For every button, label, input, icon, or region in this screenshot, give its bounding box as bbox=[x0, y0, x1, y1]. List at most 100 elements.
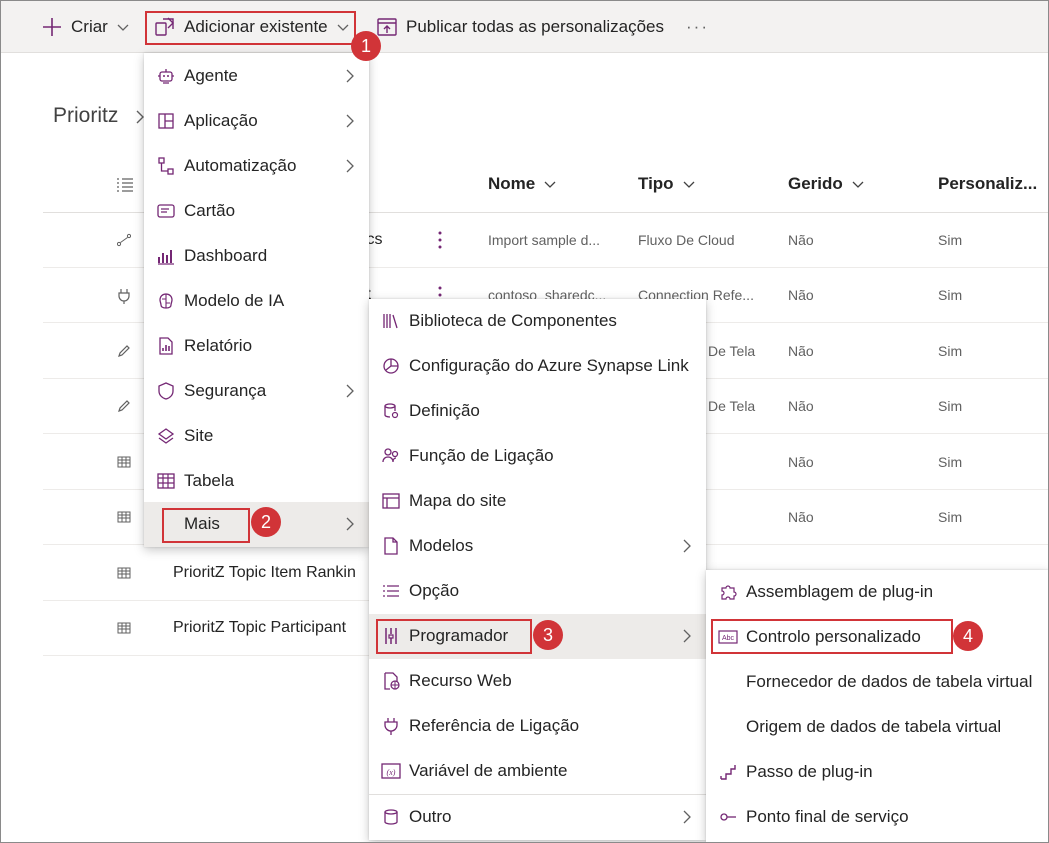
row-name[interactable]: PrioritZ Topic Item Rankin bbox=[173, 564, 356, 582]
row-managed: Não bbox=[788, 343, 814, 359]
create-label: Criar bbox=[71, 16, 108, 36]
row-name[interactable]: PrioritZ Topic Participant bbox=[173, 619, 346, 637]
database-icon bbox=[381, 807, 401, 827]
option-icon bbox=[381, 581, 401, 601]
menu-item-ai-model[interactable]: Modelo de IA bbox=[144, 279, 369, 324]
menu-item-templates[interactable]: Modelos bbox=[369, 524, 706, 569]
row-type: De Tela bbox=[708, 343, 756, 359]
template-icon bbox=[381, 536, 401, 556]
menu-item-table[interactable]: Tabela bbox=[144, 459, 369, 504]
menu-item-environment-variable[interactable]: (x) Variável de ambiente bbox=[369, 749, 706, 794]
report-icon bbox=[156, 336, 176, 356]
column-header-managed[interactable]: Gerido bbox=[788, 174, 865, 194]
menu-item-virtual-table-source[interactable]: Origem de dados de tabela virtual bbox=[706, 705, 1049, 750]
plus-icon bbox=[41, 16, 63, 38]
row-customizable: Sim bbox=[938, 454, 963, 470]
endpoint-icon bbox=[718, 807, 738, 827]
chevron-right-icon bbox=[345, 516, 355, 537]
site-icon bbox=[156, 426, 176, 446]
more-commands-button[interactable]: ··· bbox=[686, 0, 709, 53]
chevron-down-icon bbox=[116, 20, 130, 34]
menu-item-report[interactable]: Relatório bbox=[144, 324, 369, 369]
menu-item-card[interactable]: Cartão bbox=[144, 189, 369, 234]
web-resource-icon bbox=[381, 671, 401, 691]
menu-item-definition[interactable]: Definição bbox=[369, 389, 706, 434]
row-managed: Não bbox=[788, 509, 814, 525]
callout-badge-2: 2 bbox=[251, 507, 281, 537]
more-icon: ··· bbox=[686, 16, 709, 36]
menu-item-component-library[interactable]: Biblioteca de Componentes bbox=[369, 299, 706, 344]
table-icon bbox=[117, 510, 131, 528]
plug-icon bbox=[117, 288, 131, 309]
bot-icon bbox=[156, 66, 176, 86]
variable-icon: (x) bbox=[381, 761, 401, 781]
chevron-right-icon bbox=[345, 68, 355, 89]
callout-badge-1: 1 bbox=[351, 31, 381, 61]
menu-item-automation[interactable]: Automatização bbox=[144, 144, 369, 189]
menu-item-connection-reference[interactable]: Referência de Ligação bbox=[369, 704, 706, 749]
callout-badge-4: 4 bbox=[953, 621, 983, 651]
menu-item-plugin-step[interactable]: Passo de plug-in bbox=[706, 750, 1049, 795]
menu-item-other[interactable]: Outro bbox=[369, 795, 706, 840]
publish-all-button[interactable]: Publicar todas as personalizações bbox=[376, 0, 664, 53]
add-existing-menu: Agente Aplicação Automatização Cartão Da… bbox=[144, 53, 369, 547]
chevron-right-icon bbox=[682, 628, 692, 649]
chevron-right-icon bbox=[682, 538, 692, 559]
puzzle-icon bbox=[718, 582, 738, 602]
table-icon bbox=[117, 455, 131, 473]
row-type: Fluxo De Cloud bbox=[638, 232, 735, 248]
menu-item-service-endpoint[interactable]: Ponto final de serviço bbox=[706, 795, 1049, 840]
row-type: De Tela bbox=[708, 398, 756, 414]
row-customizable: Sim bbox=[938, 509, 963, 525]
menu-item-site[interactable]: Site bbox=[144, 414, 369, 459]
chevron-down-icon bbox=[682, 177, 696, 191]
chevron-right-icon bbox=[345, 158, 355, 179]
pen-icon bbox=[117, 399, 131, 418]
list-view-icon[interactable] bbox=[116, 176, 134, 199]
dashboard-icon bbox=[156, 246, 176, 266]
chevron-right-icon bbox=[345, 383, 355, 404]
table-icon bbox=[117, 621, 131, 639]
more-submenu: Biblioteca de Componentes Configuração d… bbox=[369, 299, 706, 840]
card-icon bbox=[156, 201, 176, 221]
menu-item-synapse-link[interactable]: Configuração do Azure Synapse Link bbox=[369, 344, 706, 389]
definition-icon bbox=[381, 401, 401, 421]
menu-item-security[interactable]: Segurança bbox=[144, 369, 369, 414]
column-header-type[interactable]: Tipo bbox=[638, 174, 696, 194]
row-managed: Não bbox=[788, 454, 814, 470]
chevron-right-icon bbox=[682, 809, 692, 830]
table-icon bbox=[117, 566, 131, 584]
pen-icon bbox=[117, 344, 131, 363]
chevron-down-icon bbox=[543, 177, 557, 191]
row-managed: Não bbox=[788, 232, 814, 248]
ai-model-icon bbox=[156, 291, 176, 311]
menu-item-connection-role[interactable]: Função de Ligação bbox=[369, 434, 706, 479]
column-header-customizable[interactable]: Personaliz... bbox=[938, 174, 1037, 194]
chevron-right-icon bbox=[345, 113, 355, 134]
menu-item-option[interactable]: Opção bbox=[369, 569, 706, 614]
menu-item-sitemap[interactable]: Mapa do site bbox=[369, 479, 706, 524]
callout-highlight-1 bbox=[145, 11, 356, 45]
menu-item-virtual-table-provider[interactable]: Fornecedor de dados de tabela virtual bbox=[706, 660, 1049, 705]
callout-highlight-2 bbox=[162, 508, 250, 543]
publish-icon bbox=[376, 16, 398, 38]
menu-item-agent[interactable]: Agente bbox=[144, 54, 369, 99]
publish-all-label: Publicar todas as personalizações bbox=[406, 16, 664, 36]
menu-item-plugin-assembly[interactable]: Assemblagem de plug-in bbox=[706, 570, 1049, 615]
row-managed: Não bbox=[788, 287, 814, 303]
chevron-down-icon bbox=[851, 177, 865, 191]
column-header-name[interactable]: Nome bbox=[488, 174, 557, 194]
connection-role-icon bbox=[381, 446, 401, 466]
breadcrumb[interactable]: Prioritz bbox=[53, 104, 118, 128]
row-customizable: Sim bbox=[938, 232, 963, 248]
step-icon bbox=[718, 762, 738, 782]
plug-icon bbox=[381, 716, 401, 736]
menu-item-app[interactable]: Aplicação bbox=[144, 99, 369, 144]
row-customizable: Sim bbox=[938, 343, 963, 359]
shield-icon bbox=[156, 381, 176, 401]
menu-item-dashboard[interactable]: Dashboard bbox=[144, 234, 369, 279]
create-button[interactable]: Criar bbox=[41, 0, 130, 53]
more-vertical-icon[interactable] bbox=[438, 231, 442, 254]
menu-item-web-resource[interactable]: Recurso Web bbox=[369, 659, 706, 704]
sitemap-icon bbox=[381, 491, 401, 511]
